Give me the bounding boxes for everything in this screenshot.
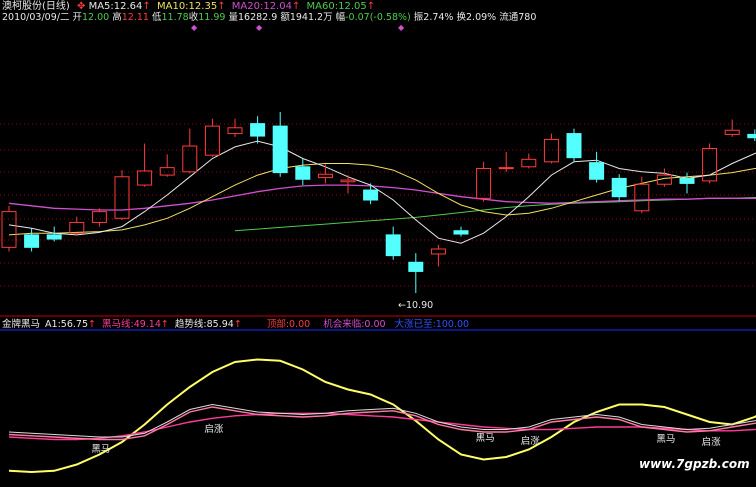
candle-body-up <box>498 167 514 170</box>
high-label: 高 <box>112 12 122 23</box>
ma10-line <box>8 163 756 236</box>
candle-body-down <box>363 189 379 201</box>
stock-name[interactable]: 澳柯股份(日线) <box>2 1 70 12</box>
indicator-name[interactable]: 金牌黑马 <box>2 319 40 330</box>
heima-arrow-icon: ↑ <box>160 319 169 330</box>
ma5-label: MA5:12.64 <box>88 1 143 12</box>
indicator-line-趋势线 <box>8 406 756 441</box>
indicator-header: 金牌黑马 A1:56.75↑ 黑马线:49.14↑ 趋势线:85.94↑ 顶部:… <box>2 319 469 330</box>
ma60-arrow-icon: ↑ <box>366 1 376 12</box>
close-value: 11.99 <box>198 12 226 23</box>
signal-label: 黑马 <box>475 433 495 444</box>
signal-label: 黑马 <box>91 444 111 456</box>
ma10-label: MA10:12.35 <box>156 1 218 12</box>
heima-label: 黑马线:49.14 <box>102 319 161 330</box>
candle-body-down <box>453 230 469 235</box>
event-marker-icon[interactable]: ◆ <box>191 22 197 33</box>
amt-value: 1941.2万 <box>289 12 333 23</box>
ma20-arrow-icon: ↑ <box>291 1 301 12</box>
amp-value: 2.74% <box>423 12 454 23</box>
signal-label: 黑马 <box>656 434 676 446</box>
quote-bar: 2010/03/09/二 开12.00 高12.11 低11.78收11.99 … <box>2 12 536 23</box>
candle-body-down <box>250 123 266 137</box>
low-label: 低 <box>152 12 162 23</box>
signal-label: 启涨 <box>204 424 224 436</box>
candle-body-up <box>521 158 537 168</box>
candle-body-up <box>317 173 333 179</box>
vol-label: 量 <box>228 12 238 23</box>
candle-body-down <box>295 166 311 180</box>
low-value: 11.78 <box>161 12 189 23</box>
event-marker-icon[interactable]: ◆ <box>256 22 262 33</box>
candle-body-up <box>91 211 107 223</box>
ma5-line <box>8 140 756 244</box>
candle-body-down <box>747 133 756 139</box>
candle-body-down <box>679 177 695 184</box>
signal-label: 启涨 <box>520 435 540 447</box>
candle-body-down <box>589 162 605 180</box>
chart-canvas <box>0 112 756 474</box>
event-marker-icon[interactable]: ◆ <box>398 22 404 33</box>
indicator-overlay-line <box>8 403 756 438</box>
candle-body-up <box>204 125 220 156</box>
dingbu-label: 顶部:0.00 <box>266 319 311 330</box>
qushi-arrow-icon: ↑ <box>233 319 242 330</box>
float-label: 流通 <box>499 12 519 23</box>
high-value: 12.11 <box>121 12 149 23</box>
candle-body-up <box>634 183 650 212</box>
ma20-label: MA20:12.04 <box>231 1 292 12</box>
candle-body-up <box>69 221 85 234</box>
candle-body-down <box>272 125 288 174</box>
candle-body-up <box>476 167 492 199</box>
candle-body-up <box>1 211 17 248</box>
quote-date: 2010/03/09/二 <box>2 12 70 23</box>
candle-body-up <box>159 167 175 176</box>
ma60-label: MA60:12.05 <box>306 1 367 12</box>
float-value: 780 <box>518 12 537 23</box>
candle-body-down <box>24 234 40 248</box>
candle-body-down <box>566 133 582 159</box>
turn-value: 2.09% <box>466 12 497 23</box>
qushi-label: 趋势线:85.94 <box>174 319 234 330</box>
open-label: 开 <box>72 12 83 23</box>
open-value: 12.00 <box>82 12 110 23</box>
low-price-annotation: ←10.90 <box>398 300 434 311</box>
candle-body-down <box>385 234 401 257</box>
stock-info-bar: 澳柯股份(日线) ✥ MA5:12.64↑ MA10:12.35↑ MA20:1… <box>2 1 375 12</box>
signal-label: 启涨 <box>701 436 721 448</box>
dazhang-label: 大涨已至:100.00 <box>394 319 470 330</box>
ma60-line <box>234 197 756 232</box>
candle-body-up <box>137 170 153 186</box>
candle-body-up <box>543 138 559 163</box>
candle-body-up <box>340 179 356 183</box>
a1-arrow-icon: ↑ <box>88 319 96 330</box>
amt-label: 额 <box>280 12 290 23</box>
candle-body-down <box>611 177 627 198</box>
ma20-line <box>8 184 756 211</box>
stock-chart-window: 澳柯股份(日线) ✥ MA5:12.64↑ MA10:12.35↑ MA20:1… <box>0 0 756 487</box>
ma5-arrow-icon: ↑ <box>142 1 151 12</box>
turn-label: 换 <box>456 12 467 23</box>
ma-settings-icon[interactable]: ✥ <box>77 1 85 12</box>
chg-label: 幅 <box>335 12 346 23</box>
jihui-label: 机会来临:0.00 <box>323 319 386 330</box>
indicator-line-黑马线 <box>8 412 756 441</box>
candle-body-down <box>46 234 62 240</box>
a1-label: A1:56.75 <box>45 319 88 330</box>
candle-body-up <box>430 248 446 255</box>
ma10-arrow-icon: ↑ <box>217 1 226 12</box>
candle-body-down <box>408 261 424 272</box>
candle-body-up <box>227 127 243 135</box>
amp-label: 振 <box>413 12 424 23</box>
candle-body-up <box>724 129 740 135</box>
watermark: www.7gpzb.com <box>639 457 750 471</box>
candle-body-up <box>114 176 130 219</box>
